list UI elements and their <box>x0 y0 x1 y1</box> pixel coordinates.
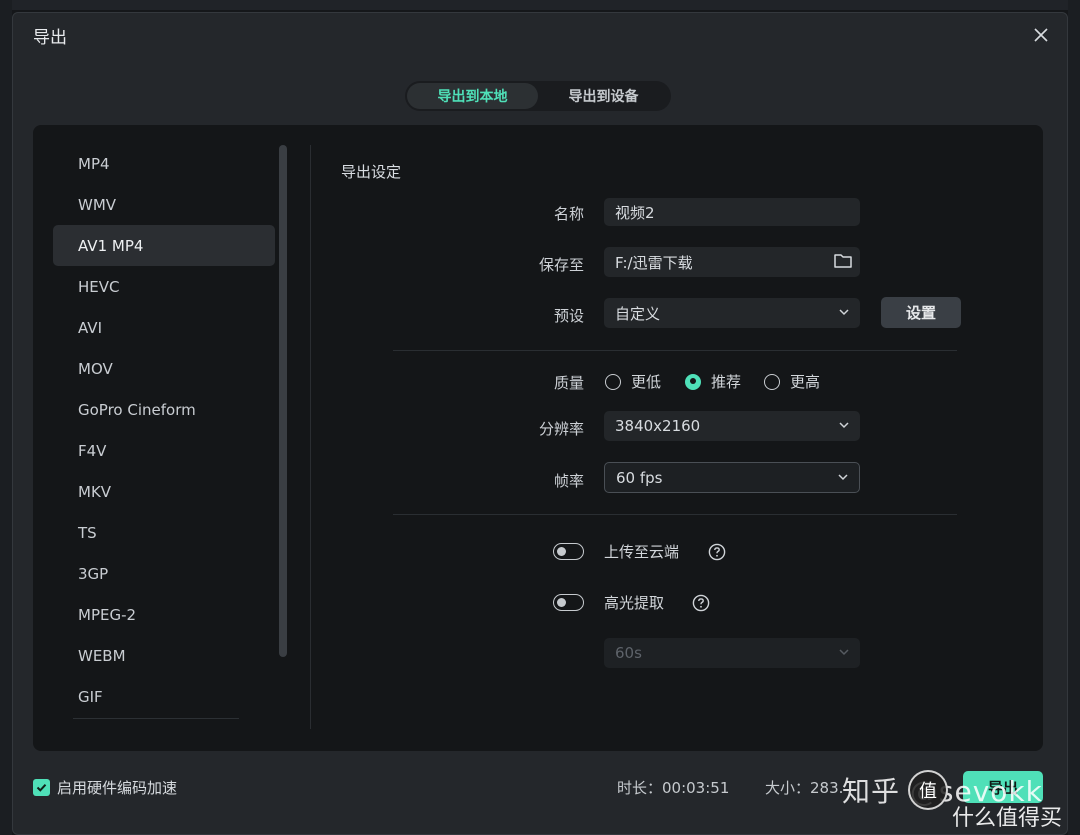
export-dialog: 导出 导出到本地 导出到设备 MP4 WMV AV1 MP4 HEVC AVI … <box>12 12 1068 835</box>
format-item-gopro-cineform[interactable]: GoPro Cineform <box>53 389 275 430</box>
watermark-badge: 值 <box>908 770 948 810</box>
quality-radio-higher[interactable]: 更高 <box>764 371 820 392</box>
folder-icon[interactable] <box>833 252 853 270</box>
settings-title: 导出设定 <box>341 163 402 181</box>
hw-accel-checkbox[interactable]: 启用硬件编码加速 <box>33 777 177 798</box>
highlight-extract-label: 高光提取 <box>604 594 665 612</box>
radio-icon <box>764 373 780 390</box>
quality-lower-label: 更低 <box>631 373 662 391</box>
fps-label: 帧率 <box>553 472 584 490</box>
export-target-tabs: 导出到本地 导出到设备 <box>405 81 671 111</box>
highlight-extract-toggle[interactable] <box>553 594 584 611</box>
duration-text: 时长：00:03:51 <box>617 779 730 797</box>
chevron-down-icon <box>838 474 848 481</box>
chevron-down-icon <box>839 422 849 429</box>
format-item-webm[interactable]: WEBM <box>53 635 275 676</box>
tab-export-device[interactable]: 导出到设备 <box>538 83 669 109</box>
watermark-subtext: 什么值得买 <box>952 806 1063 831</box>
tab-export-local[interactable]: 导出到本地 <box>407 83 538 109</box>
format-list: MP4 WMV AV1 MP4 HEVC AVI MOV GoPro Cinef… <box>53 143 275 717</box>
quality-recommended-label: 推荐 <box>711 373 742 391</box>
chevron-down-icon <box>839 309 849 316</box>
preset-value: 自定义 <box>615 304 661 323</box>
format-item-avi[interactable]: AVI <box>53 307 275 348</box>
section-divider-1 <box>393 350 957 351</box>
export-panel: MP4 WMV AV1 MP4 HEVC AVI MOV GoPro Cinef… <box>33 125 1043 751</box>
highlight-duration-value: 60s <box>615 644 642 662</box>
help-icon[interactable] <box>692 594 710 612</box>
radio-icon <box>605 373 621 390</box>
save-to-label: 保存至 <box>538 256 584 274</box>
radio-selected-icon <box>685 373 701 390</box>
upload-cloud-toggle[interactable] <box>553 543 584 560</box>
fps-select[interactable]: 60 fps <box>604 462 860 493</box>
highlight-duration-select: 60s <box>604 638 860 668</box>
resolution-label: 分辨率 <box>538 420 584 438</box>
format-item-f4v[interactable]: F4V <box>53 430 275 471</box>
name-label: 名称 <box>553 205 584 223</box>
preset-settings-button[interactable]: 设置 <box>881 297 961 328</box>
toggle-knob <box>557 546 566 556</box>
save-path-input[interactable]: F:/迅雷下载 <box>604 247 860 277</box>
format-item-wmv[interactable]: WMV <box>53 184 275 225</box>
format-item-mkv[interactable]: MKV <box>53 471 275 512</box>
name-value: 视频2 <box>615 203 655 222</box>
format-item-mpeg2[interactable]: MPEG-2 <box>53 594 275 635</box>
toggle-knob <box>557 597 566 607</box>
format-list-divider <box>73 718 239 719</box>
quality-label: 质量 <box>553 374 584 392</box>
preset-select[interactable]: 自定义 <box>604 298 860 328</box>
format-item-ts[interactable]: TS <box>53 512 275 553</box>
format-item-mp4[interactable]: MP4 <box>53 143 275 184</box>
quality-radio-lower[interactable]: 更低 <box>605 371 661 392</box>
save-path-value: F:/迅雷下载 <box>615 253 693 272</box>
checkbox-checked-icon <box>33 779 50 796</box>
dialog-title: 导出 <box>33 28 67 48</box>
resolution-value: 3840x2160 <box>615 417 701 435</box>
format-list-scrollbar[interactable] <box>279 145 287 657</box>
fps-value: 60 fps <box>616 468 663 487</box>
chevron-down-icon <box>839 649 849 656</box>
background-app-bar <box>0 0 1080 10</box>
background-app-left <box>0 0 12 835</box>
size-text: 大小：283. <box>765 779 844 797</box>
close-button[interactable] <box>1029 23 1053 47</box>
format-item-gif[interactable]: GIF <box>53 676 275 717</box>
hw-accel-label: 启用硬件编码加速 <box>57 779 178 797</box>
format-item-mov[interactable]: MOV <box>53 348 275 389</box>
format-item-3gp[interactable]: 3GP <box>53 553 275 594</box>
quality-higher-label: 更高 <box>790 373 821 391</box>
background-app-right <box>1068 0 1080 835</box>
format-item-hevc[interactable]: HEVC <box>53 266 275 307</box>
resolution-select[interactable]: 3840x2160 <box>604 411 860 441</box>
close-icon <box>1034 28 1048 42</box>
panel-divider <box>310 145 311 729</box>
section-divider-2 <box>393 514 957 515</box>
preset-label: 预设 <box>553 307 584 325</box>
name-input[interactable]: 视频2 <box>604 198 860 226</box>
help-icon[interactable] <box>708 543 726 561</box>
upload-cloud-label: 上传至云端 <box>604 543 680 561</box>
quality-radio-recommended[interactable]: 推荐 <box>685 371 741 392</box>
format-item-av1-mp4[interactable]: AV1 MP4 <box>53 225 275 266</box>
